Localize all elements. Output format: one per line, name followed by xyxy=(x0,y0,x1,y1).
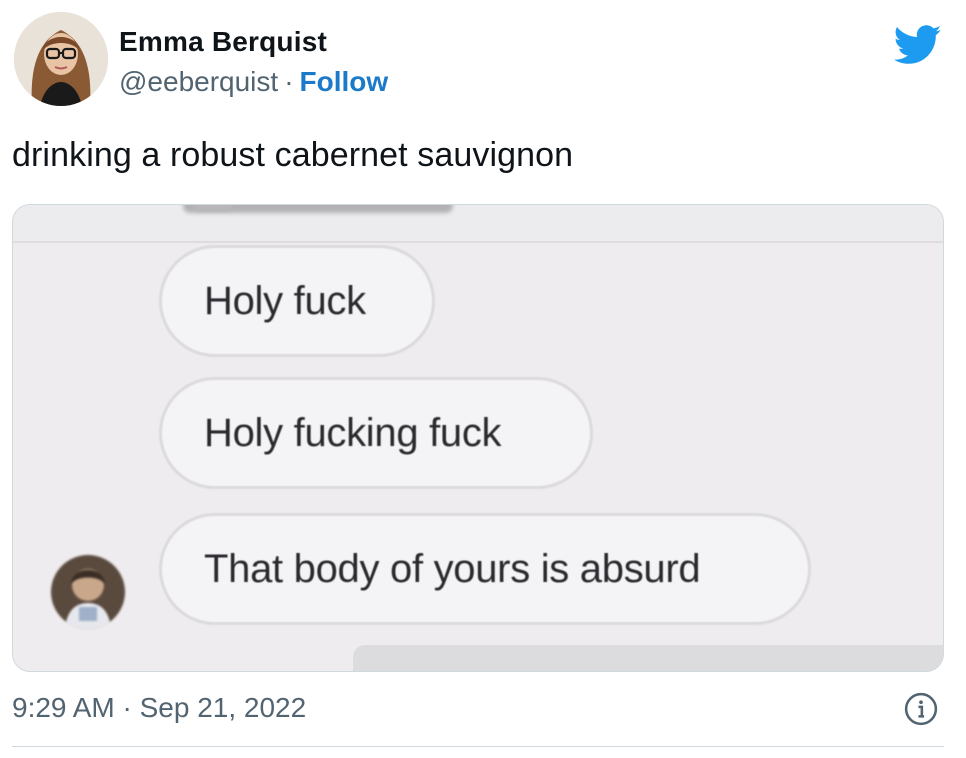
message-bubble: That body of yours is absurd xyxy=(159,513,811,625)
author-avatar[interactable] xyxy=(14,12,108,106)
message-text: Holy fuck xyxy=(204,278,366,323)
sender-avatar xyxy=(51,555,125,629)
tweet-timestamp[interactable]: 9:29 AM · Sep 21, 2022 xyxy=(12,692,306,724)
author-display-name[interactable]: Emma Berquist xyxy=(119,26,327,58)
twitter-bird-icon[interactable] xyxy=(894,24,942,66)
bottom-divider xyxy=(12,746,944,747)
message-text: Holy fucking fuck xyxy=(204,410,502,455)
blurred-text-fragment xyxy=(193,205,233,211)
message-text: That body of yours is absurd xyxy=(204,546,701,591)
follow-link[interactable]: Follow xyxy=(300,66,389,97)
author-handle-row: @eeberquist · Follow xyxy=(119,66,388,98)
tweet-header: Emma Berquist @eeberquist · Follow xyxy=(14,12,954,112)
tweet-text: drinking a robust cabernet sauvignon xyxy=(12,136,574,174)
message-bubble: Holy fucking fuck xyxy=(159,377,593,489)
tweet-media-image[interactable]: Holy fuck Holy fucking fuck That body of… xyxy=(12,204,944,672)
media-bottom-bar xyxy=(353,645,943,671)
media-top-strip xyxy=(13,205,943,243)
message-bubble: Holy fuck xyxy=(159,245,435,357)
info-icon[interactable] xyxy=(904,692,938,726)
author-handle[interactable]: @eeberquist xyxy=(119,66,278,97)
separator-dot: · xyxy=(284,66,294,97)
